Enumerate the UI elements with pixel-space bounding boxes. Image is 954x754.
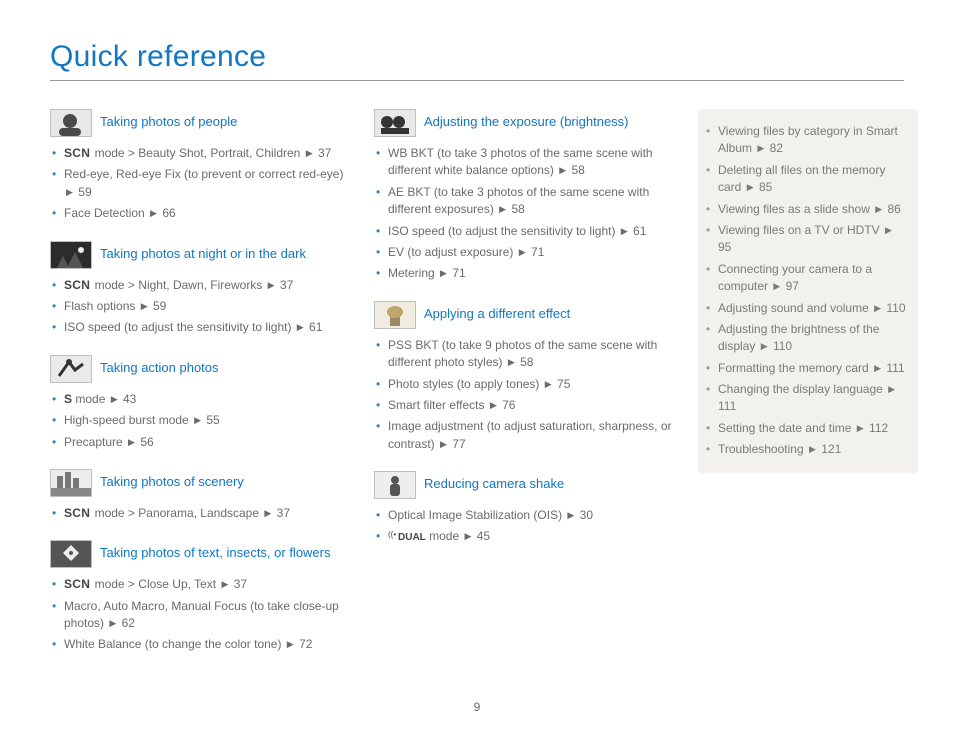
section-title: Taking action photos bbox=[100, 355, 219, 377]
section-effect: Applying a different effect PSS BKT (to … bbox=[374, 301, 674, 453]
list-item: DUAL mode ▶ 45 bbox=[374, 528, 674, 546]
section-scenery: Taking photos of scenery SCN mode > Pano… bbox=[50, 469, 350, 522]
sidebar-item: Viewing files by category in Smart Album… bbox=[704, 123, 908, 158]
list-item: ISO speed (to adjust the sensitivity to … bbox=[374, 223, 674, 240]
night-icon bbox=[50, 241, 92, 269]
columns: Taking photos of people SCN mode > Beaut… bbox=[50, 109, 904, 672]
section-shake: Reducing camera shake Optical Image Stab… bbox=[374, 471, 674, 546]
list-item: Metering ▶ 71 bbox=[374, 265, 674, 282]
shake-icon bbox=[374, 471, 416, 499]
list-item: SCN mode > Panorama, Landscape ▶ 37 bbox=[50, 505, 350, 522]
sidebar-item: Deleting all files on the memory card ▶ … bbox=[704, 162, 908, 197]
sidebar-item: Troubleshooting ▶ 121 bbox=[704, 441, 908, 458]
scn-badge: SCN bbox=[64, 278, 91, 292]
exposure-icon bbox=[374, 109, 416, 137]
dual-badge: DUAL bbox=[388, 532, 426, 543]
list-item: Optical Image Stabilization (OIS) ▶ 30 bbox=[374, 507, 674, 524]
section-title: Taking photos of text, insects, or flowe… bbox=[100, 540, 331, 562]
list-item: Smart filter effects ▶ 76 bbox=[374, 397, 674, 414]
list-item: High-speed burst mode ▶ 55 bbox=[50, 412, 350, 429]
list-item: WB BKT (to take 3 photos of the same sce… bbox=[374, 145, 674, 180]
list-item: SCN mode > Close Up, Text ▶ 37 bbox=[50, 576, 350, 593]
macro-icon bbox=[50, 540, 92, 568]
scn-badge: SCN bbox=[64, 577, 91, 591]
list-item: White Balance (to change the color tone)… bbox=[50, 636, 350, 653]
section-night: Taking photos at night or in the dark SC… bbox=[50, 241, 350, 337]
sidebar-item: Adjusting sound and volume ▶ 110 bbox=[704, 300, 908, 317]
section-exposure: Adjusting the exposure (brightness) WB B… bbox=[374, 109, 674, 283]
column-right: Viewing files by category in Smart Album… bbox=[698, 109, 918, 473]
column-left: Taking photos of people SCN mode > Beaut… bbox=[50, 109, 350, 672]
list-item: Image adjustment (to adjust saturation, … bbox=[374, 418, 674, 453]
list-item: Red-eye, Red-eye Fix (to prevent or corr… bbox=[50, 166, 350, 201]
list-item: Macro, Auto Macro, Manual Focus (to take… bbox=[50, 598, 350, 633]
list-item: SCN mode > Night, Dawn, Fireworks ▶ 37 bbox=[50, 277, 350, 294]
list-item: Face Detection ▶ 66 bbox=[50, 205, 350, 222]
sidebar-box: Viewing files by category in Smart Album… bbox=[698, 109, 918, 473]
section-title: Taking photos at night or in the dark bbox=[100, 241, 306, 263]
sidebar-item: Changing the display language ▶ 111 bbox=[704, 381, 908, 416]
section-macro: Taking photos of text, insects, or flowe… bbox=[50, 540, 350, 654]
page-title: Quick reference bbox=[50, 40, 904, 74]
section-title: Adjusting the exposure (brightness) bbox=[424, 109, 629, 131]
list-item: Precapture ▶ 56 bbox=[50, 434, 350, 451]
list-item: Flash options ▶ 59 bbox=[50, 298, 350, 315]
scn-badge: SCN bbox=[64, 146, 91, 160]
list-item: AE BKT (to take 3 photos of the same sce… bbox=[374, 184, 674, 219]
s-badge: S bbox=[64, 392, 72, 406]
column-middle: Adjusting the exposure (brightness) WB B… bbox=[374, 109, 674, 564]
section-title: Taking photos of scenery bbox=[100, 469, 244, 491]
scn-badge: SCN bbox=[64, 506, 91, 520]
sidebar-item: Connecting your camera to a computer ▶ 9… bbox=[704, 261, 908, 296]
effect-icon bbox=[374, 301, 416, 329]
list-item: Photo styles (to apply tones) ▶ 75 bbox=[374, 376, 674, 393]
sidebar-item: Formatting the memory card ▶ 111 bbox=[704, 360, 908, 377]
title-rule bbox=[50, 80, 904, 81]
list-item: EV (to adjust exposure) ▶ 71 bbox=[374, 244, 674, 261]
section-title: Reducing camera shake bbox=[424, 471, 564, 493]
list-item: S mode ▶ 43 bbox=[50, 391, 350, 408]
section-title: Applying a different effect bbox=[424, 301, 570, 323]
scenery-icon bbox=[50, 469, 92, 497]
page-number: 9 bbox=[50, 700, 904, 714]
sidebar-item: Viewing files as a slide show ▶ 86 bbox=[704, 201, 908, 218]
list-item: SCN mode > Beauty Shot, Portrait, Childr… bbox=[50, 145, 350, 162]
sidebar-item: Viewing files on a TV or HDTV ▶ 95 bbox=[704, 222, 908, 257]
list-item: PSS BKT (to take 9 photos of the same sc… bbox=[374, 337, 674, 372]
people-icon bbox=[50, 109, 92, 137]
sidebar-item: Setting the date and time ▶ 112 bbox=[704, 420, 908, 437]
list-item: ISO speed (to adjust the sensitivity to … bbox=[50, 319, 350, 336]
action-icon bbox=[50, 355, 92, 383]
sidebar-item: Adjusting the brightness of the display … bbox=[704, 321, 908, 356]
section-action: Taking action photos S mode ▶ 43 High-sp… bbox=[50, 355, 350, 451]
section-title: Taking photos of people bbox=[100, 109, 237, 131]
section-people: Taking photos of people SCN mode > Beaut… bbox=[50, 109, 350, 223]
